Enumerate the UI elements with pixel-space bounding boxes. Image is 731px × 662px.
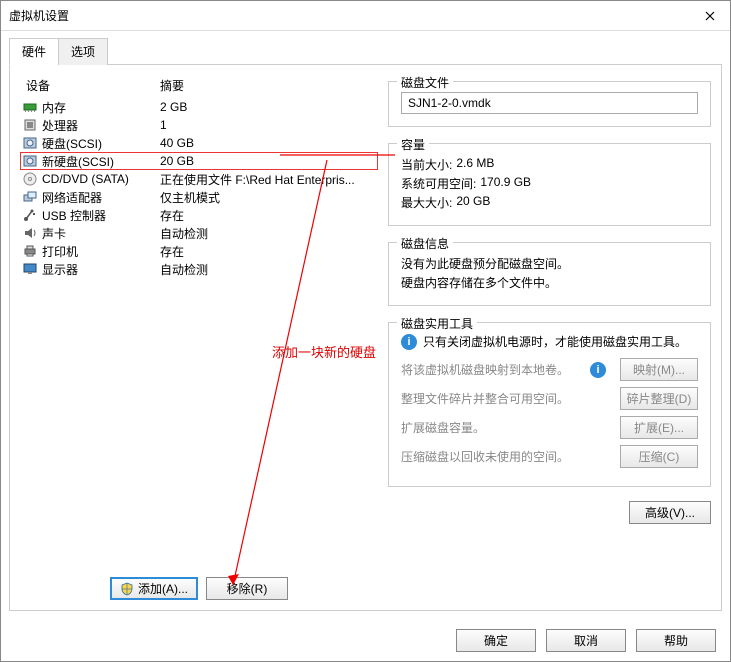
disk-tools-group: 磁盘实用工具 i 只有关闭虚拟机电源时，才能使用磁盘实用工具。 将该虚拟机磁盘映… xyxy=(388,322,711,487)
device-summary: 1 xyxy=(160,118,376,132)
add-button[interactable]: 添加(A)... xyxy=(110,577,198,600)
help-button[interactable]: 帮助 xyxy=(636,629,716,652)
close-button[interactable] xyxy=(690,1,730,31)
tab-hardware[interactable]: 硬件 xyxy=(9,38,59,65)
device-summary: 2 GB xyxy=(160,100,376,114)
remove-button-label: 移除(R) xyxy=(227,580,268,597)
disk-info-legend: 磁盘信息 xyxy=(397,235,453,252)
device-row-6[interactable]: USB 控制器存在 xyxy=(20,206,378,224)
titlebar: 虚拟机设置 xyxy=(1,1,730,31)
disk-file-legend: 磁盘文件 xyxy=(397,74,453,91)
compact-text: 压缩磁盘以回收未使用的空间。 xyxy=(401,448,612,465)
device-summary: 20 GB xyxy=(160,154,376,168)
free-space-value: 170.9 GB xyxy=(480,175,531,192)
cd-icon xyxy=(22,171,38,187)
memory-icon xyxy=(22,99,38,115)
max-size-value: 20 GB xyxy=(456,194,490,211)
display-icon xyxy=(22,261,38,277)
hdd-icon xyxy=(22,153,38,169)
device-name: 声卡 xyxy=(42,225,160,242)
net-icon xyxy=(22,189,38,205)
device-summary: 40 GB xyxy=(160,136,376,150)
device-name: CD/DVD (SATA) xyxy=(42,172,160,186)
device-list[interactable]: 内存2 GB处理器1硬盘(SCSI)40 GB新硬盘(SCSI)20 GBCD/… xyxy=(20,98,378,569)
current-size-label: 当前大小: xyxy=(401,156,452,173)
window-title: 虚拟机设置 xyxy=(9,7,690,24)
device-name: 内存 xyxy=(42,99,160,116)
tab-options[interactable]: 选项 xyxy=(58,38,108,65)
device-row-1[interactable]: 处理器1 xyxy=(20,116,378,134)
cancel-button[interactable]: 取消 xyxy=(546,629,626,652)
defrag-button: 碎片整理(D) xyxy=(620,387,698,410)
usb-icon xyxy=(22,207,38,223)
device-list-header: 设备 摘要 xyxy=(20,75,378,98)
device-row-0[interactable]: 内存2 GB xyxy=(20,98,378,116)
disk-info-line1: 没有为此硬盘预分配磁盘空间。 xyxy=(401,255,698,272)
expand-text: 扩展磁盘容量。 xyxy=(401,419,612,436)
info-icon: i xyxy=(401,334,417,350)
free-space-label: 系统可用空间: xyxy=(401,175,476,192)
compact-button: 压缩(C) xyxy=(620,445,698,468)
device-row-3[interactable]: 新硬盘(SCSI)20 GB xyxy=(20,152,378,170)
device-name: 网络适配器 xyxy=(42,189,160,206)
device-panel: 设备 摘要 内存2 GB处理器1硬盘(SCSI)40 GB新硬盘(SCSI)20… xyxy=(20,75,378,600)
device-name: 处理器 xyxy=(42,117,160,134)
tools-warning: 只有关闭虚拟机电源时，才能使用磁盘实用工具。 xyxy=(423,333,687,350)
device-name: 打印机 xyxy=(42,243,160,260)
tab-strip: 硬件 选项 xyxy=(9,37,722,65)
printer-icon xyxy=(22,243,38,259)
shield-icon xyxy=(120,582,134,596)
header-device: 设备 xyxy=(20,77,160,94)
disk-info-group: 磁盘信息 没有为此硬盘预分配磁盘空间。 硬盘内容存储在多个文件中。 xyxy=(388,242,711,306)
max-size-label: 最大大小: xyxy=(401,194,452,211)
defrag-text: 整理文件碎片并整合可用空间。 xyxy=(401,390,612,407)
disk-file-field[interactable]: SJN1-2-0.vmdk xyxy=(401,92,698,114)
device-summary: 自动检测 xyxy=(160,261,376,278)
sound-icon xyxy=(22,225,38,241)
device-name: 显示器 xyxy=(42,261,160,278)
detail-panel: 磁盘文件 SJN1-2-0.vmdk 容量 当前大小:2.6 MB 系统可用空间… xyxy=(388,75,711,600)
disk-file-group: 磁盘文件 SJN1-2-0.vmdk xyxy=(388,81,711,127)
device-summary: 存在 xyxy=(160,243,376,260)
device-row-7[interactable]: 声卡自动检测 xyxy=(20,224,378,242)
header-summary: 摘要 xyxy=(160,77,378,94)
info-icon: i xyxy=(590,362,606,378)
device-name: 硬盘(SCSI) xyxy=(42,135,160,152)
device-summary: 仅主机模式 xyxy=(160,189,376,206)
device-summary: 正在使用文件 F:\Red Hat Enterpris... xyxy=(160,171,376,188)
capacity-group: 容量 当前大小:2.6 MB 系统可用空间:170.9 GB 最大大小:20 G… xyxy=(388,143,711,226)
hdd-icon xyxy=(22,135,38,151)
capacity-legend: 容量 xyxy=(397,136,429,153)
device-summary: 自动检测 xyxy=(160,225,376,242)
device-row-5[interactable]: 网络适配器仅主机模式 xyxy=(20,188,378,206)
current-size-value: 2.6 MB xyxy=(456,156,494,173)
device-row-2[interactable]: 硬盘(SCSI)40 GB xyxy=(20,134,378,152)
advanced-button[interactable]: 高级(V)... xyxy=(629,501,711,524)
map-text: 将该虚拟机磁盘映射到本地卷。 xyxy=(401,361,582,378)
cpu-icon xyxy=(22,117,38,133)
device-row-9[interactable]: 显示器自动检测 xyxy=(20,260,378,278)
dialog-footer: 确定 取消 帮助 xyxy=(1,619,730,661)
device-name: 新硬盘(SCSI) xyxy=(42,153,160,170)
device-summary: 存在 xyxy=(160,207,376,224)
device-row-4[interactable]: CD/DVD (SATA)正在使用文件 F:\Red Hat Enterpris… xyxy=(20,170,378,188)
expand-button: 扩展(E)... xyxy=(620,416,698,439)
device-row-8[interactable]: 打印机存在 xyxy=(20,242,378,260)
device-name: USB 控制器 xyxy=(42,207,160,224)
disk-info-line2: 硬盘内容存储在多个文件中。 xyxy=(401,274,698,291)
disk-tools-legend: 磁盘实用工具 xyxy=(397,315,477,332)
add-button-label: 添加(A)... xyxy=(138,580,188,597)
ok-button[interactable]: 确定 xyxy=(456,629,536,652)
remove-button: 移除(R) xyxy=(206,577,288,600)
map-button[interactable]: 映射(M)... xyxy=(620,358,698,381)
